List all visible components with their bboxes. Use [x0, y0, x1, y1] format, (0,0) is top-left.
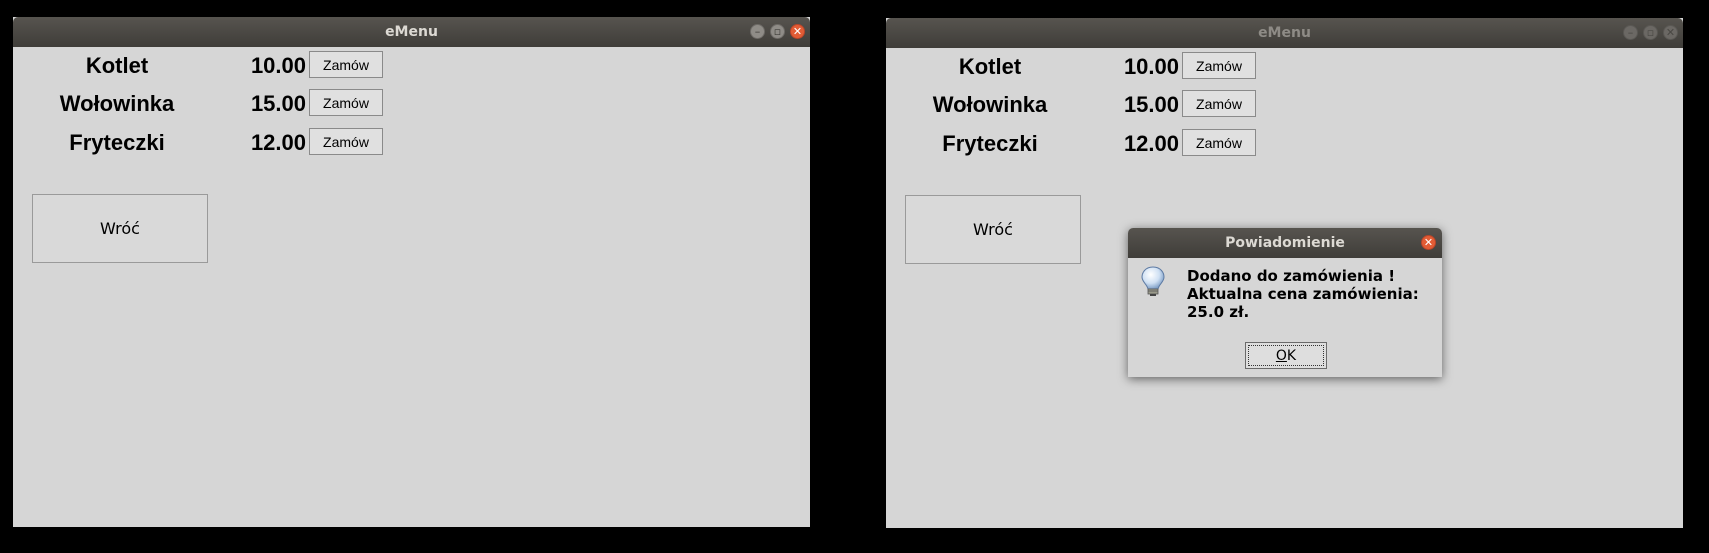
menu-item-price: 10.00 [1123, 54, 1179, 79]
close-icon[interactable]: ✕ [1421, 235, 1436, 250]
menu-item-name: Wołowinka [932, 92, 1048, 117]
dialog-message-line: Aktualna cena zamówienia: [1187, 285, 1419, 303]
ok-button[interactable]: OK [1245, 342, 1327, 369]
back-button[interactable]: Wróć [32, 194, 208, 263]
menu-item-name: Fryteczki [69, 130, 165, 155]
minimize-icon[interactable]: – [1623, 25, 1638, 40]
order-button[interactable]: Zamów [1182, 52, 1256, 79]
menu-item-price: 15.00 [250, 91, 306, 116]
menu-item-price: 12.00 [250, 130, 306, 155]
menu-item-name: Kotlet [85, 53, 149, 78]
dialog-message: Dodano do zamówienia ! Aktualna cena zam… [1187, 267, 1419, 321]
menu-item-name: Kotlet [958, 54, 1022, 79]
ok-mnemonic: O [1275, 347, 1287, 364]
window-titlebar[interactable]: eMenu – ▫ ✕ [13, 17, 810, 47]
window-titlebar[interactable]: eMenu – ▫ ✕ [886, 18, 1683, 48]
emenu-window-left: eMenu – ▫ ✕ Kotlet 10.00 Zamów Wołowinka… [13, 17, 810, 527]
order-button[interactable]: Zamów [309, 128, 383, 155]
window-content: Kotlet 10.00 Zamów Wołowinka 15.00 Zamów… [13, 47, 810, 527]
dialog-titlebar[interactable]: Powiadomienie ✕ [1128, 228, 1442, 258]
ok-label-rest: K [1286, 347, 1297, 364]
order-button[interactable]: Zamów [309, 89, 383, 116]
maximize-icon[interactable]: ▫ [770, 24, 785, 39]
dialog-message-line: Dodano do zamówienia ! [1187, 267, 1396, 285]
window-title: eMenu [1258, 25, 1311, 41]
close-icon[interactable]: ✕ [790, 24, 805, 39]
dialog-message-line: 25.0 zł. [1187, 303, 1250, 321]
window-title: eMenu [385, 24, 438, 40]
lightbulb-icon [1141, 266, 1165, 296]
maximize-icon[interactable]: ▫ [1643, 25, 1658, 40]
close-icon[interactable]: ✕ [1663, 25, 1678, 40]
order-button[interactable]: Zamów [1182, 129, 1256, 156]
order-button[interactable]: Zamów [309, 51, 383, 78]
notification-dialog: Powiadomienie ✕ Dodano do zamówienia ! A… [1128, 228, 1442, 377]
back-button[interactable]: Wróć [905, 195, 1081, 264]
menu-item-price: 10.00 [250, 53, 306, 78]
menu-item-price: 12.00 [1123, 131, 1179, 156]
menu-item-price: 15.00 [1123, 92, 1179, 117]
menu-item-name: Wołowinka [59, 91, 175, 116]
menu-item-name: Fryteczki [942, 131, 1038, 156]
minimize-icon[interactable]: – [750, 24, 765, 39]
dialog-title: Powiadomienie [1225, 235, 1345, 251]
order-button[interactable]: Zamów [1182, 90, 1256, 117]
